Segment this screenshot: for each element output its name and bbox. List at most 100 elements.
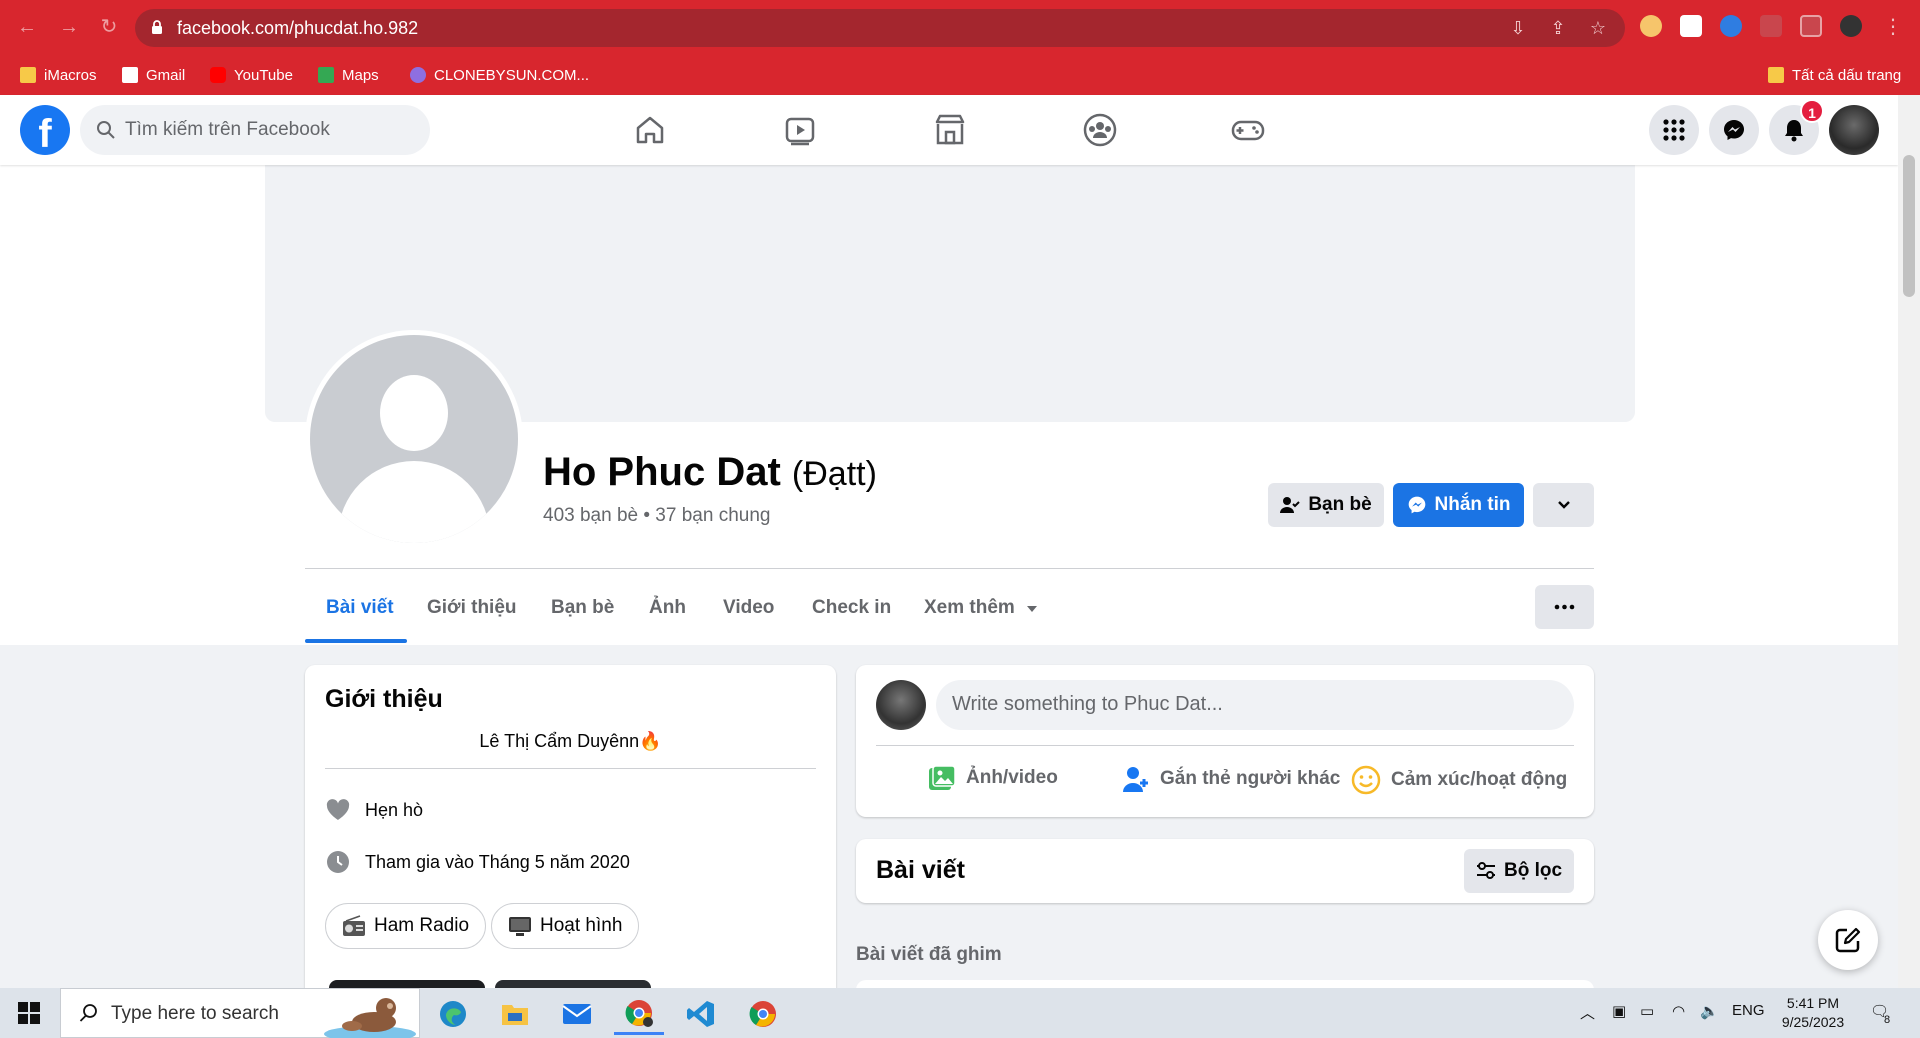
profile-options-dropdown[interactable] xyxy=(1533,483,1594,527)
account-avatar[interactable] xyxy=(1829,105,1879,155)
windows-start-icon[interactable] xyxy=(18,1002,40,1024)
post-composer: Write something to Phuc Dat... Ảnh/video… xyxy=(856,665,1594,817)
action-label: Ảnh/video xyxy=(966,767,1058,788)
photo-icon xyxy=(929,765,956,790)
bookmark-clonebysun[interactable]: CLONEBYSUN.COM... xyxy=(410,64,589,86)
tab-posts[interactable]: Bài viết xyxy=(326,597,394,619)
taskbar-edge-app[interactable] xyxy=(428,993,478,1035)
back-icon[interactable]: ← xyxy=(14,14,40,40)
composer-avatar[interactable] xyxy=(876,680,926,730)
taskbar-chrome-profile-app[interactable] xyxy=(614,993,664,1035)
search-icon xyxy=(79,1004,97,1022)
message-button[interactable]: Nhắn tin xyxy=(1393,483,1524,527)
profile-alternate-name: (Đạtt) xyxy=(791,455,877,493)
side-panel-icon[interactable] xyxy=(1800,15,1822,37)
taskbar-vscode-app[interactable] xyxy=(676,993,726,1035)
taskbar-chrome-app[interactable] xyxy=(738,993,788,1035)
chrome-icon xyxy=(749,1001,776,1027)
messenger-button[interactable] xyxy=(1709,105,1759,155)
page-scrollbar[interactable] xyxy=(1898,95,1920,988)
input-language[interactable]: ENG xyxy=(1732,1002,1765,1024)
globe-extension-icon[interactable] xyxy=(1720,15,1742,37)
vscode-icon xyxy=(687,1001,714,1027)
edge-icon xyxy=(440,1001,466,1027)
clock-date: 9/25/2023 xyxy=(1781,1014,1845,1030)
ellipsis-icon xyxy=(1554,604,1575,610)
pinned-posts-heading: Bài viết đã ghim xyxy=(856,944,1002,965)
watch-icon[interactable] xyxy=(780,110,820,150)
tag-people-button[interactable]: Gắn thẻ người khác xyxy=(1122,765,1340,793)
all-bookmarks[interactable]: Tất cả dấu trang xyxy=(1768,64,1901,86)
tab-see-more[interactable]: Xem thêm xyxy=(924,597,1038,619)
menu-kebab-icon[interactable]: ⋮ xyxy=(1880,14,1906,40)
groups-icon[interactable] xyxy=(1080,110,1120,150)
bookmark-imacros[interactable]: iMacros xyxy=(20,64,97,86)
facebook-header: f Tìm kiếm trên Facebook 1 xyxy=(0,95,1898,165)
bookmark-label: iMacros xyxy=(44,66,97,84)
filter-button[interactable]: Bộ lọc xyxy=(1464,849,1574,893)
friends-button[interactable]: Bạn bè xyxy=(1268,483,1384,527)
cookie-extension-icon[interactable] xyxy=(1640,15,1662,37)
new-message-button[interactable] xyxy=(1818,910,1878,970)
profile-name-text: Ho Phuc Dat xyxy=(543,450,781,494)
compose-icon xyxy=(1835,927,1861,953)
intro-title: Giới thiệu xyxy=(325,685,443,713)
feeling-activity-button[interactable]: Cảm xúc/hoạt động xyxy=(1351,765,1567,795)
composer-divider xyxy=(876,745,1574,746)
joined-text: Tham gia vào Tháng 5 năm 2020 xyxy=(365,851,630,872)
action-label: Gắn thẻ người khác xyxy=(1160,768,1341,789)
browser-chrome: ← → ↻ facebook.com/phucdat.ho.982 ⇩ ⇪ ☆ … xyxy=(0,0,1920,95)
bookmark-maps[interactable]: Maps xyxy=(318,64,379,86)
action-center-count: 8 xyxy=(1884,1014,1891,1026)
bookmark-youtube[interactable]: YouTube xyxy=(210,64,293,86)
install-icon[interactable]: ⇩ xyxy=(1508,18,1528,38)
wifi-icon[interactable]: ◠ xyxy=(1672,1002,1685,1024)
tab-check-in[interactable]: Check in xyxy=(812,597,891,619)
clock-time: 5:41 PM xyxy=(1786,995,1840,1011)
friends-button-label: Bạn bè xyxy=(1308,494,1372,515)
facebook-logo[interactable]: f xyxy=(20,105,70,155)
bookmark-star-icon[interactable]: ☆ xyxy=(1588,18,1608,38)
more-options-button[interactable] xyxy=(1535,585,1594,629)
tab-videos[interactable]: Video xyxy=(723,597,774,619)
address-bar[interactable]: facebook.com/phucdat.ho.982 ⇩ ⇪ ☆ xyxy=(135,9,1625,47)
battery-icon[interactable]: ▭ xyxy=(1640,1002,1654,1024)
lock-icon xyxy=(152,20,162,34)
close-extension-icon[interactable] xyxy=(1680,15,1702,37)
composer-input[interactable]: Write something to Phuc Dat... xyxy=(936,680,1574,730)
photo-video-button[interactable]: Ảnh/video xyxy=(928,765,1058,791)
search-icon xyxy=(97,121,115,139)
radio-icon xyxy=(343,915,365,936)
puzzle-extension-icon[interactable] xyxy=(1760,15,1782,37)
scrollbar-thumb[interactable] xyxy=(1903,155,1915,297)
profile-avatar-icon[interactable] xyxy=(1840,15,1862,37)
friends-summary[interactable]: 403 bạn bè • 37 bạn chung xyxy=(543,505,770,527)
forward-icon[interactable]: → xyxy=(56,14,82,40)
tab-about[interactable]: Giới thiệu xyxy=(427,597,517,619)
hobby-cartoons[interactable]: Hoạt hình xyxy=(491,903,640,949)
tab-see-more-label: Xem thêm xyxy=(924,597,1015,618)
windows-taskbar: Type here to search ︿ ▣ ▭ ◠ 🔈 ENG 5:41 P… xyxy=(0,988,1920,1038)
joined-row: Tham gia vào Tháng 5 năm 2020 xyxy=(325,849,630,875)
share-icon[interactable]: ⇪ xyxy=(1548,18,1568,38)
bookmark-gmail[interactable]: Gmail xyxy=(122,64,185,86)
tab-friends[interactable]: Bạn bè xyxy=(551,597,614,619)
home-icon[interactable] xyxy=(630,110,670,150)
meet-now-icon[interactable]: ▣ xyxy=(1612,1002,1626,1024)
menu-grid-button[interactable] xyxy=(1649,105,1699,155)
tab-photos[interactable]: Ảnh xyxy=(649,597,686,619)
show-hidden-icons-chevron-icon[interactable]: ︿ xyxy=(1580,1002,1595,1024)
clock-icon xyxy=(327,851,349,873)
filter-sliders-icon xyxy=(1476,862,1495,879)
hobby-ham-radio[interactable]: Ham Radio xyxy=(325,903,487,949)
taskbar-mail-app[interactable] xyxy=(552,993,602,1035)
search-input[interactable]: Tìm kiếm trên Facebook xyxy=(80,105,430,155)
relationship-text: Hẹn hò xyxy=(365,799,424,820)
reload-icon[interactable]: ↻ xyxy=(96,14,122,40)
volume-icon[interactable]: 🔈 xyxy=(1700,1002,1719,1024)
taskbar-clock[interactable]: 5:41 PM 9/25/2023 xyxy=(1768,994,1858,1032)
profile-picture[interactable] xyxy=(305,330,523,548)
taskbar-file-explorer-app[interactable] xyxy=(490,993,540,1035)
marketplace-icon[interactable] xyxy=(930,110,970,150)
gaming-icon[interactable] xyxy=(1228,110,1268,150)
